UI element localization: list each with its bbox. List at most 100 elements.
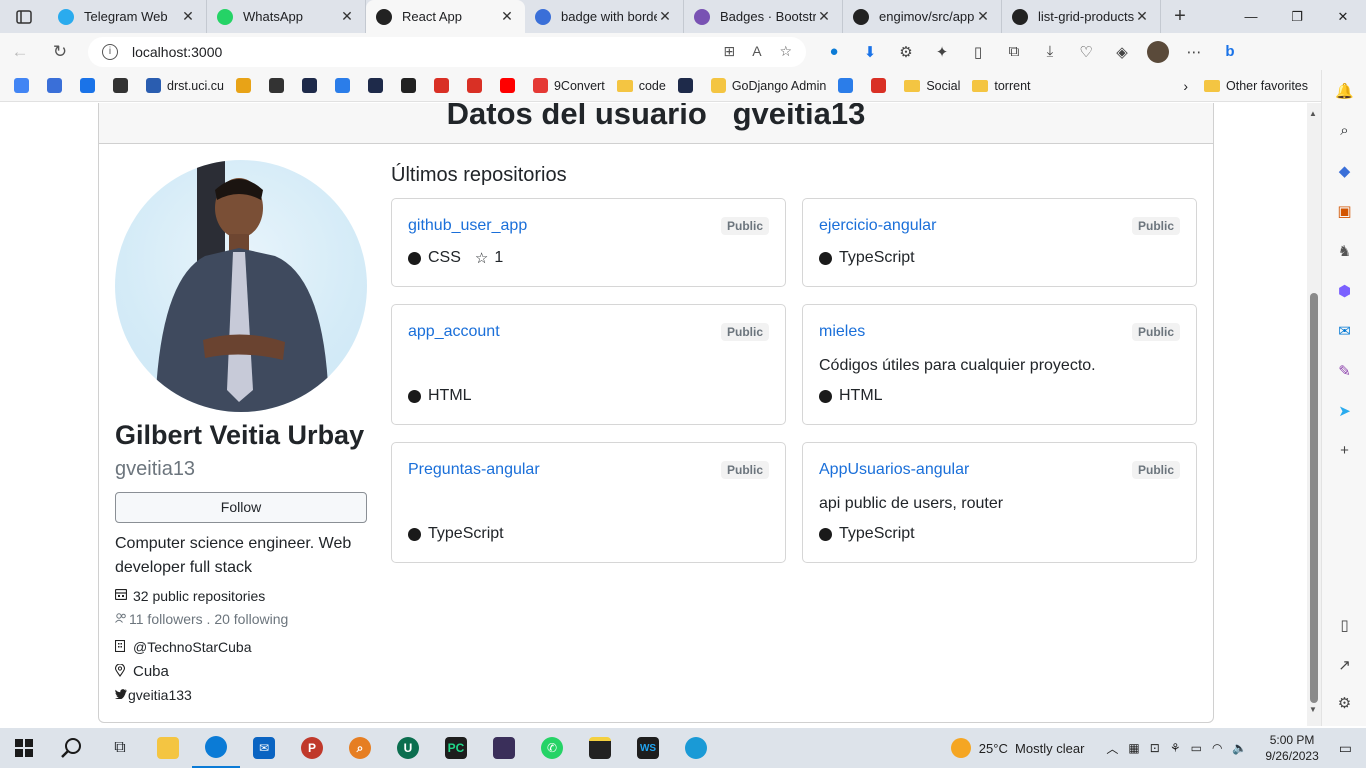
telegram-icon[interactable]: ➤ [1322,402,1366,420]
extensions-puzzle-icon[interactable]: ✦ [924,43,960,61]
bookmark-item[interactable] [466,78,488,93]
sticky-notes-icon[interactable] [576,728,624,768]
follow-button[interactable]: Follow [115,492,367,523]
upwork-icon[interactable]: U [384,728,432,768]
url-text[interactable]: localhost:3000 [132,44,723,60]
tab-close-icon[interactable]: ✕ [975,8,991,25]
sidebar-layout-icon[interactable]: ▯ [1322,616,1366,634]
profile-avatar-icon[interactable] [1140,40,1176,63]
bookmark-item[interactable]: 9Convert [532,78,605,93]
repo-name-link[interactable]: github_user_app [408,217,527,235]
file-explorer-icon[interactable] [144,728,192,768]
downloads-icon[interactable]: ⤓ [1032,43,1068,60]
read-aloud-icon[interactable]: A [752,43,761,59]
bookmark-item[interactable]: code [616,79,666,93]
bookmark-item[interactable] [268,78,290,93]
bookmark-item[interactable] [14,78,35,93]
bookmark-item[interactable] [301,78,323,93]
split-screen-icon[interactable]: ▯ [960,43,996,61]
notifications-bell-icon[interactable]: 🔔 [1322,82,1366,100]
tray-app2-icon[interactable]: ⊡ [1150,741,1160,755]
scrollbar-thumb[interactable] [1310,293,1318,703]
more-bookmarks-chevron-icon[interactable]: › [1183,78,1188,94]
tab-5[interactable]: engimov/src/app ✕ [843,0,1002,33]
edge-taskbar-icon[interactable] [192,728,240,768]
external-link-icon[interactable]: ↗ [1322,656,1366,674]
start-windows-icon[interactable] [0,728,48,768]
bookmark-item[interactable]: drst.uci.cu [146,78,224,93]
scroll-up-icon[interactable]: ▲ [1309,109,1317,118]
bookmark-item[interactable] [235,78,257,93]
bing-copilot-icon[interactable]: b [1212,43,1248,60]
performance-icon[interactable]: ♡ [1068,43,1104,61]
tools-icon[interactable]: ▣ [1322,202,1366,220]
repo-name-link[interactable]: AppUsuarios-angular [819,461,969,479]
taskbar-search-icon[interactable] [48,728,96,768]
back-icon[interactable]: ← [0,42,40,62]
search-app-icon[interactable]: ⌕ [336,728,384,768]
security-icon[interactable]: ◈ [1104,43,1140,61]
tab-0[interactable]: Telegram Web ✕ [48,0,207,33]
tab-actions-icon[interactable] [0,0,48,33]
bookmark-item[interactable] [80,78,101,93]
more-menu-icon[interactable]: ⋯ [1176,43,1212,61]
tab-close-icon[interactable]: ✕ [499,8,515,25]
tab-6[interactable]: list-grid-products ✕ [1002,0,1161,33]
bookmark-item[interactable] [871,78,892,93]
new-tab-button[interactable]: + [1165,5,1195,28]
tab-close-icon[interactable]: ✕ [657,8,673,25]
outlook-icon[interactable]: ✉ [1322,322,1366,340]
wifi-icon[interactable]: ◠ [1212,741,1222,755]
p-app-icon[interactable]: P [288,728,336,768]
close-window-icon[interactable]: ✕ [1320,9,1366,25]
taskbar-clock[interactable]: 5:00 PM 9/26/2023 [1265,732,1318,764]
tab-close-icon[interactable]: ✕ [1134,8,1150,25]
edge-dev-icon[interactable] [672,728,720,768]
tray-app-icon[interactable]: ▦ [1128,741,1139,755]
shopping-tag-icon[interactable]: ◆ [1322,162,1366,180]
tab-4[interactable]: Badges · Bootstra ✕ [684,0,843,33]
pycharm-icon[interactable]: PC [432,728,480,768]
games-icon[interactable]: ♞ [1322,242,1366,260]
site-info-icon[interactable]: i [102,43,118,60]
bookmark-item[interactable] [838,78,859,93]
bookmark-item[interactable]: GoDjango Admin [710,78,826,93]
repo-name-link[interactable]: Preguntas-angular [408,461,540,479]
tray-chevron-icon[interactable]: ︿ [1106,740,1118,757]
tab-close-icon[interactable]: ✕ [339,8,355,25]
sidebar-settings-icon[interactable]: ⚙ [1322,694,1366,712]
notification-center-icon[interactable]: ▭ [1339,740,1352,757]
tab-3[interactable]: badge with borde ✕ [525,0,684,33]
scroll-down-icon[interactable]: ▼ [1309,705,1317,714]
tab-close-icon[interactable]: ✕ [180,8,196,25]
bookmark-item[interactable] [47,78,68,93]
bookmark-item[interactable] [367,78,389,93]
edge-icon[interactable]: ● [816,43,852,60]
add-sidebar-icon[interactable]: + [1322,442,1366,459]
search-icon[interactable]: ⌕ [1322,122,1366,139]
bookmark-item[interactable] [400,78,422,93]
webstorm-icon[interactable]: WS [624,728,672,768]
microsoft365-icon[interactable]: ⬢ [1322,282,1366,300]
whatsapp-taskbar-icon[interactable]: ✆ [528,728,576,768]
favorite-star-icon[interactable]: ☆ [779,43,792,59]
bookmark-item[interactable] [433,78,455,93]
restore-icon[interactable]: ❐ [1274,9,1320,25]
tray-app3-icon[interactable]: ⚘ [1170,741,1181,755]
other-favorites[interactable]: Other favorites [1204,79,1308,93]
refresh-icon[interactable]: ↻ [40,42,80,62]
collections-icon[interactable]: ⧉ [996,43,1032,60]
weather-widget[interactable]: 25°C Mostly clear [950,738,1084,758]
game-icon[interactable] [480,728,528,768]
bookmark-item[interactable] [334,78,356,93]
repo-name-link[interactable]: app_account [408,323,500,341]
apps-icon[interactable]: ⊞ [723,43,735,59]
repo-name-link[interactable]: ejercicio-angular [819,217,936,235]
designer-icon[interactable]: ✎ [1322,362,1366,380]
bookmark-item[interactable]: torrent [972,79,1031,93]
minimize-icon[interactable]: — [1228,9,1274,25]
url-input[interactable]: i localhost:3000 ⊞ A ☆ [88,36,806,67]
tab-2[interactable]: React App ✕ [366,0,525,33]
bookmark-item[interactable] [113,78,134,93]
tray-app4-icon[interactable]: ▭ [1191,741,1202,755]
